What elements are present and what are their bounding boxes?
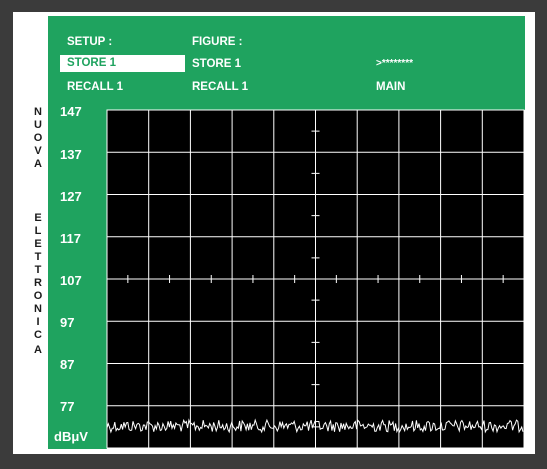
spectrum-plot [106, 109, 525, 449]
